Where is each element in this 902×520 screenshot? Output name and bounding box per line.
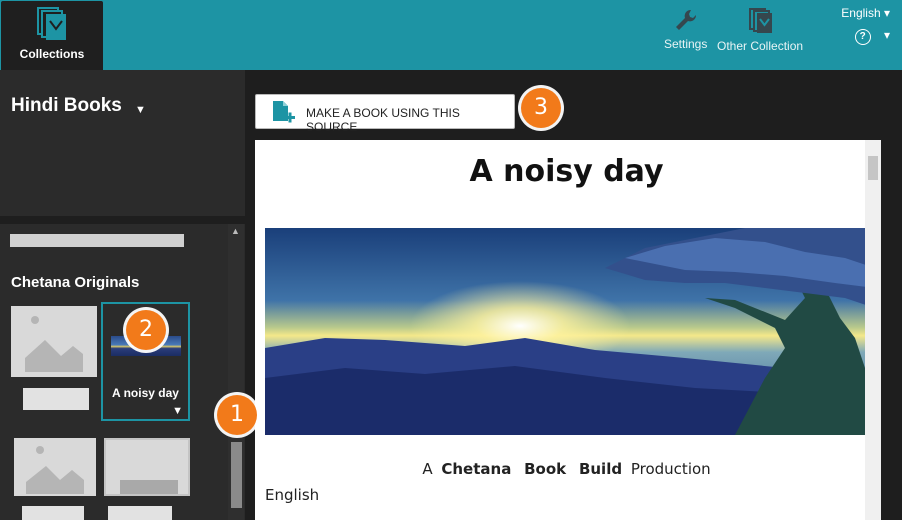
cover-image	[265, 228, 875, 435]
help-menu[interactable]: ? ▾	[854, 28, 890, 45]
book-thumbnail	[14, 438, 96, 496]
image-placeholder-icon	[25, 316, 83, 372]
preview-scroll-thumb[interactable]	[868, 156, 878, 180]
preview-language: English	[265, 486, 320, 504]
book-label-placeholder	[108, 506, 172, 520]
cover-illustration	[265, 228, 875, 435]
main-panel: MAKE A BOOK USING THIS SOURCE A noisy da…	[245, 70, 902, 520]
book-menu-icon[interactable]: ▼	[172, 405, 183, 417]
top-toolbar: Collections Settings Other Collection En…	[0, 0, 902, 70]
book-list: Chetana Originals A noisy day ▼ ▲	[0, 224, 245, 520]
credit-word-1: Chetana	[441, 460, 512, 478]
preview-title: A noisy day	[469, 154, 664, 189]
new-document-icon	[273, 101, 295, 123]
language-label: English	[841, 6, 881, 20]
scroll-up-arrow-icon[interactable]: ▲	[231, 226, 240, 236]
book-title: A noisy day	[112, 386, 179, 400]
credit-word-3: Build	[578, 460, 623, 478]
help-icon: ?	[854, 29, 871, 45]
credit-a: A	[422, 460, 433, 478]
tab-collections-label: Collections	[19, 47, 85, 61]
collection-dropdown-icon[interactable]: ▼	[135, 104, 146, 116]
make-book-button[interactable]: MAKE A BOOK USING THIS SOURCE	[255, 94, 515, 134]
left-panel: Hindi Books ▼ Chetana Originals A noisy …	[0, 70, 245, 520]
other-collection-button[interactable]: Other Collection	[717, 8, 803, 53]
collection-title: Hindi Books	[11, 95, 122, 116]
wrench-icon	[675, 9, 696, 30]
make-book-label: MAKE A BOOK USING THIS SOURCE	[306, 106, 460, 134]
callout-badge-1: 1	[217, 395, 257, 435]
chevron-down-icon: ▾	[883, 6, 890, 20]
book-item[interactable]	[11, 306, 97, 412]
book-item[interactable]	[104, 438, 190, 520]
section-title: Chetana Originals	[11, 274, 140, 291]
book-label-placeholder	[23, 388, 89, 410]
tab-collections[interactable]: Collections	[1, 1, 103, 70]
list-scrollbar[interactable]: ▲	[228, 224, 244, 520]
other-collection-icon	[749, 8, 773, 33]
book-thumbnail-bar	[120, 480, 178, 494]
collection-header[interactable]: Hindi Books ▼	[0, 70, 245, 216]
callout-badge-2: 2	[126, 310, 166, 350]
preview-scrollbar[interactable]	[865, 140, 881, 520]
credit-end: Production	[630, 460, 711, 478]
book-preview: A noisy day A Chetana Book Build Product…	[255, 140, 878, 520]
book-item[interactable]	[14, 438, 96, 520]
callout-badge-3: 3	[521, 88, 561, 128]
book-label-placeholder	[22, 506, 84, 520]
other-collection-label: Other Collection	[717, 39, 804, 53]
settings-button[interactable]: Settings	[664, 8, 707, 51]
book-thumbnail	[104, 438, 190, 496]
chevron-down-icon: ▾	[883, 28, 890, 42]
settings-label: Settings	[664, 37, 708, 51]
credit-word-2: Book	[524, 460, 567, 478]
language-menu[interactable]: English ▾	[841, 6, 890, 20]
divider	[0, 216, 245, 224]
book-thumbnail	[11, 306, 97, 377]
image-placeholder-icon	[26, 446, 84, 494]
collections-icon	[37, 7, 66, 40]
scroll-thumb[interactable]	[231, 442, 242, 508]
credit-line: A Chetana Book Build Production	[255, 460, 878, 478]
collection-placeholder-bar	[10, 234, 184, 247]
